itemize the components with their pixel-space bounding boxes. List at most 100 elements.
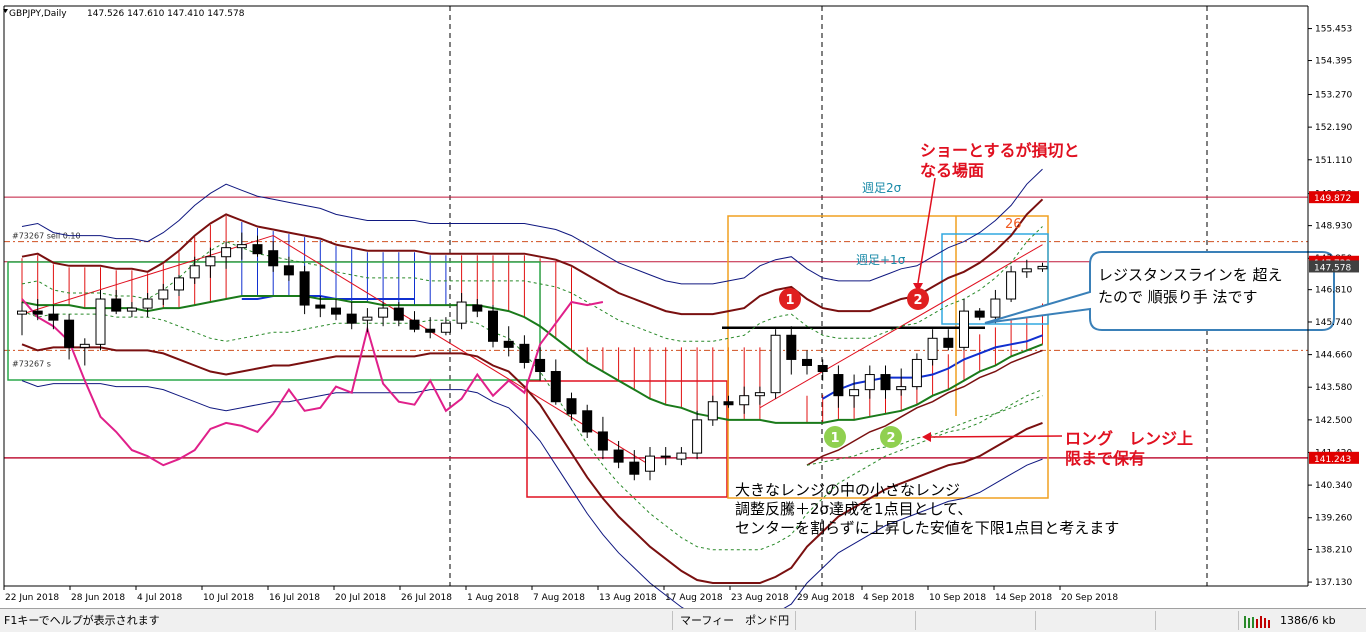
candle-bearish (802, 358, 812, 366)
candle-bullish (236, 244, 247, 249)
candle-bearish (346, 313, 357, 324)
profile-name[interactable]: マーフィー ポンド円 (680, 609, 789, 632)
candle-bearish (943, 337, 954, 348)
candle-bullish (1021, 268, 1032, 273)
x-tick-label: 10 Jul 2018 (203, 593, 254, 603)
candle-bearish (833, 374, 844, 397)
y-tick-label: 155.453 (1315, 25, 1352, 35)
candle-bearish (582, 410, 593, 433)
candle-bearish (519, 343, 530, 363)
price-tag-label: 149.872 (1314, 194, 1351, 204)
red-marker-number: 1 (785, 293, 794, 308)
candle-bullish (645, 455, 655, 472)
candle-bearish (786, 334, 797, 360)
candle-bullish (911, 358, 922, 388)
traffic-readout: 1386/6 kb (1280, 614, 1336, 627)
status-separator (795, 611, 796, 630)
candle-bullish (378, 307, 389, 318)
candle-bearish (64, 319, 75, 348)
candle-bearish (817, 364, 828, 373)
x-tick-label: 1 Aug 2018 (467, 593, 519, 603)
y-tick-label: 138.210 (1315, 545, 1352, 555)
candle-bearish (613, 449, 624, 463)
x-tick-label: 26 Jul 2018 (401, 593, 452, 603)
y-tick-label: 151.110 (1315, 156, 1352, 166)
status-bar: F1キーでヘルプが表示されます マーフィー ポンド円 1386/6 kb (0, 608, 1366, 632)
x-tick-label: 4 Jul 2018 (137, 593, 182, 603)
status-separator (915, 611, 916, 630)
candle-bearish (32, 310, 43, 315)
annotation-short-stop: ショーとするが損切と (920, 141, 1080, 160)
y-tick-label: 142.500 (1315, 416, 1352, 426)
annotation-main-text: 大きなレンジの中の小さなレンジ (735, 481, 960, 499)
candle-bullish (189, 265, 200, 279)
symbol-label: GBPJPY,Daily (9, 9, 67, 19)
x-tick-label: 29 Aug 2018 (797, 593, 855, 603)
candle-bullish (205, 256, 216, 267)
help-text: F1キーでヘルプが表示されます (4, 614, 160, 627)
candle-bullish (1037, 265, 1048, 270)
x-tick-label: 7 Aug 2018 (533, 593, 585, 603)
candle-bearish (283, 265, 294, 276)
x-tick-label: 28 Jun 2018 (71, 593, 125, 603)
order-label: #73267 sell 0.10 (12, 232, 81, 241)
green-marker-number: 1 (830, 431, 839, 446)
candle-bearish (503, 340, 514, 348)
y-tick-label: 140.340 (1315, 481, 1352, 491)
candle-bearish (488, 310, 498, 342)
candle-bearish (409, 319, 420, 330)
candle-bearish (331, 307, 341, 315)
candle-bullish (959, 310, 969, 348)
status-separator (672, 611, 673, 630)
y-tick-label: 143.580 (1315, 383, 1352, 393)
candle-bearish (393, 307, 404, 321)
candle-bullish (707, 401, 718, 421)
annotation-weekly-1sigma: 週足+1σ (856, 253, 906, 267)
annotation-weekly-2sigma: 週足2σ (862, 181, 902, 195)
candle-bullish (174, 277, 184, 291)
candle-bullish (739, 395, 750, 406)
x-tick-label: 20 Jul 2018 (335, 593, 386, 603)
candle-bullish (754, 392, 765, 397)
y-tick-label: 146.810 (1315, 286, 1352, 296)
candle-bearish (974, 310, 985, 318)
candle-bearish (723, 401, 734, 406)
x-tick-label: 23 Aug 2018 (731, 593, 789, 603)
candle-bullish (927, 337, 938, 360)
y-tick-label: 139.260 (1315, 514, 1352, 524)
order-label: #73267 s (12, 359, 51, 368)
status-separator (1238, 611, 1239, 630)
status-separator (1155, 611, 1156, 630)
annotation-count-26: 26 (1005, 217, 1022, 232)
red-marker-number: 2 (913, 293, 922, 308)
candle-bearish (550, 371, 561, 403)
status-separator (1035, 611, 1036, 630)
annotation-long-note: 限まで保有 (1065, 449, 1145, 468)
candle-bullish (126, 307, 137, 312)
annotation-short-stop: なる場面 (920, 161, 984, 180)
x-tick-label: 16 Jul 2018 (269, 593, 320, 603)
candle-bearish (629, 461, 640, 475)
x-tick-label: 17 Aug 2018 (665, 593, 723, 603)
candle-bullish (17, 310, 27, 315)
candle-bearish (315, 304, 326, 309)
annotation-long-note: ロング レンジ上 (1065, 429, 1193, 448)
candle-bearish (597, 431, 608, 451)
candle-bullish (864, 374, 875, 391)
candle-bullish (849, 389, 860, 397)
connection-bars-icon[interactable] (1244, 614, 1272, 628)
y-tick-label: 148.930 (1315, 222, 1352, 232)
y-tick-label: 154.395 (1315, 57, 1352, 67)
chart-area[interactable]: #73267 sell 0.10 #73267 s ショーとするが損切と なる場面週… (0, 0, 1366, 620)
price-tag-label: 141.243 (1314, 455, 1351, 465)
candle-bullish (95, 298, 106, 345)
x-tick-label: 20 Sep 2018 (1061, 593, 1118, 603)
price-tag-label: 147.578 (1314, 263, 1351, 273)
candle-bullish (692, 419, 703, 454)
ohlc-readout: 147.526 147.610 147.410 147.578 (87, 9, 245, 19)
annotation-main-text: 調整反騰＋2σ達成を1点目として、 (735, 500, 972, 518)
x-tick-label: 14 Sep 2018 (995, 593, 1052, 603)
y-tick-label: 137.130 (1315, 578, 1352, 588)
price-chart[interactable]: #73267 sell 0.10 #73267 s ショーとするが損切となる場面週… (0, 0, 1366, 620)
y-tick-label: 152.190 (1315, 123, 1352, 133)
